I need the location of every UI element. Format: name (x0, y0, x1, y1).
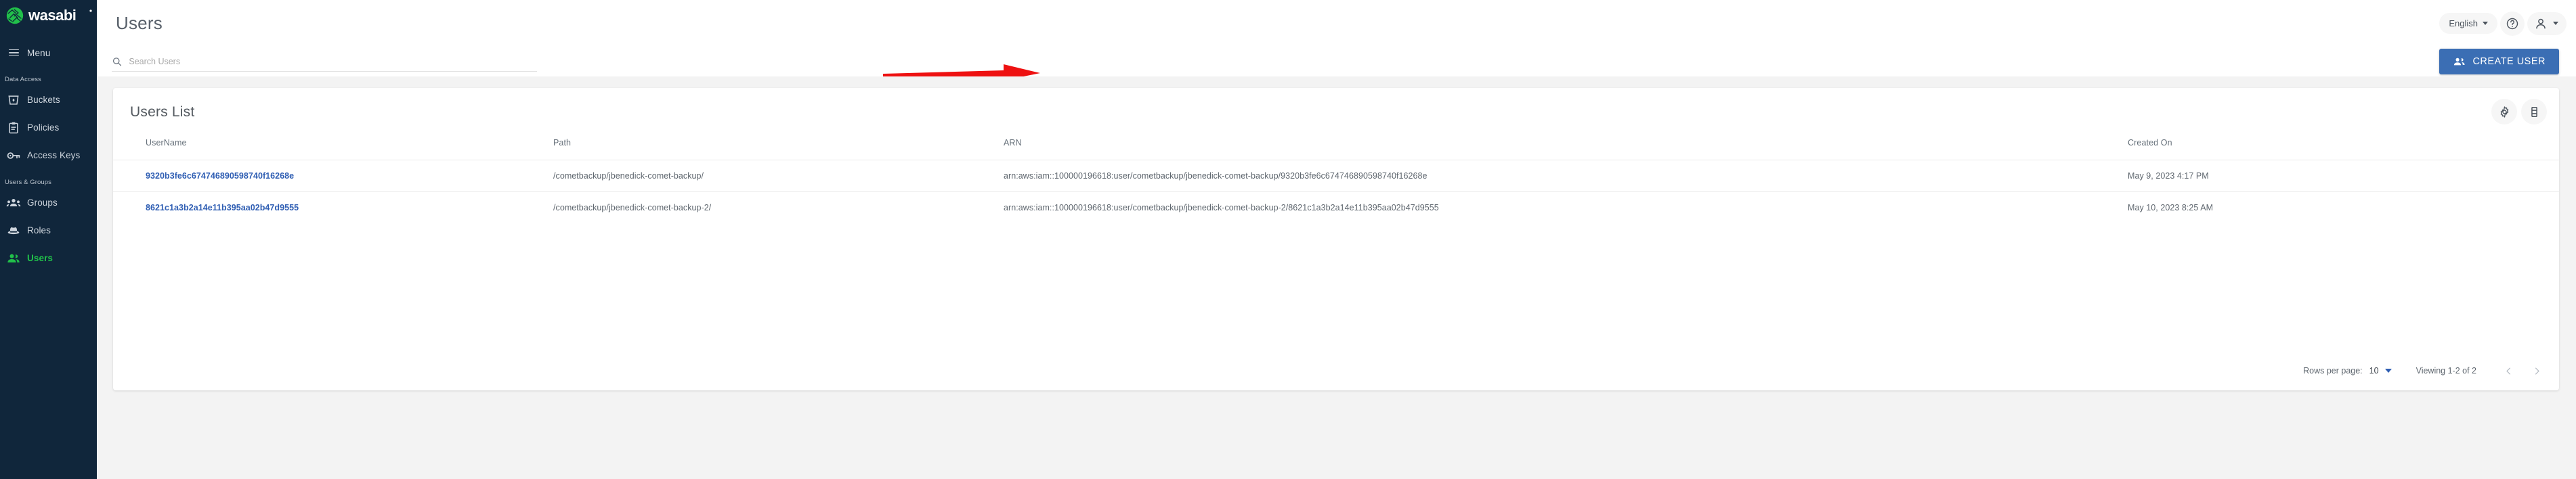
column-view-icon (2531, 106, 2537, 117)
chevron-right-icon (2535, 367, 2539, 374)
sidebar-item-label: Users (27, 253, 53, 263)
sidebar: wasabi Menu Data Access Buckets Policies… (0, 0, 97, 479)
sidebar-item-roles[interactable]: Roles (0, 216, 97, 244)
cell-created-on: May 9, 2023 4:17 PM (2128, 160, 2559, 192)
card-title: Users List (130, 104, 195, 120)
settings-button[interactable] (2491, 99, 2517, 124)
rows-per-page-select[interactable]: 10 (2369, 366, 2392, 375)
next-page-button[interactable] (2528, 362, 2546, 380)
cell-username: 8621c1a3b2a14e11b395aa02b47d9555 (113, 191, 553, 223)
table-footer: Rows per page: 10 Viewing 1-2 of 2 (113, 351, 2559, 390)
wasabi-wordmark: wasabi (28, 7, 92, 24)
person-icon (2536, 18, 2546, 28)
column-header-arn[interactable]: ARN (1004, 137, 2128, 160)
sidebar-item-label: Policies (27, 122, 60, 133)
card-header-actions (2491, 99, 2547, 124)
table-row[interactable]: 8621c1a3b2a14e11b395aa02b47d9555 /cometb… (113, 191, 2559, 223)
sidebar-item-label: Groups (27, 198, 58, 208)
menu-label: Menu (27, 47, 51, 58)
users-list-card: Users List UserName Path ARN Created On … (113, 88, 2559, 390)
sidebar-item-policies[interactable]: Policies (0, 114, 97, 141)
pagination-controls (2499, 362, 2546, 380)
top-bar-actions: English (2439, 0, 2567, 47)
sidebar-item-label: Access Keys (27, 150, 81, 160)
search-icon (112, 57, 122, 66)
content-area: Users List UserName Path ARN Created On … (97, 76, 2576, 479)
user-link[interactable]: 8621c1a3b2a14e11b395aa02b47d9555 (146, 203, 299, 212)
language-selector[interactable]: English (2439, 13, 2497, 34)
clipboard-icon (3, 121, 24, 135)
user-link[interactable]: 9320b3fe6c674746890598740f16268e (146, 171, 294, 181)
chevron-left-icon (2506, 367, 2510, 374)
column-view-button[interactable] (2521, 99, 2547, 124)
sidebar-item-label: Roles (27, 225, 51, 235)
sidebar-item-label: Buckets (27, 95, 60, 105)
chevron-down-icon (2553, 22, 2558, 25)
sidebar-section-data-access: Data Access (5, 76, 41, 83)
sidebar-section-users-groups: Users & Groups (5, 179, 51, 186)
chevron-down-icon (2384, 369, 2392, 373)
bucket-icon (3, 93, 24, 107)
table-header-row: UserName Path ARN Created On (113, 137, 2559, 160)
rows-per-page-value: 10 (2369, 366, 2379, 375)
card-header: Users List (113, 88, 2559, 137)
page-title: Users (116, 13, 163, 33)
column-header-created-on[interactable]: Created On (2128, 137, 2559, 160)
main-area: Users English Search Users CREATE USER U… (97, 0, 2576, 479)
users-table: UserName Path ARN Created On 9320b3fe6c6… (113, 137, 2559, 223)
cell-path: /cometbackup/jbenedick-comet-backup-2/ (553, 191, 1004, 223)
cell-arn: arn:aws:iam::100000196618:user/cometback… (1004, 191, 2128, 223)
wasabi-logo-icon (6, 7, 24, 24)
help-button[interactable] (2500, 11, 2525, 36)
chevron-down-icon (2483, 22, 2488, 25)
hat-icon (3, 224, 24, 237)
sidebar-item-buckets[interactable]: Buckets (0, 86, 97, 114)
create-user-label: CREATE USER (2472, 56, 2546, 67)
sidebar-item-access-keys[interactable]: Access Keys (0, 141, 97, 169)
search-input[interactable] (129, 56, 537, 66)
settings-gear-icon (2500, 106, 2508, 118)
column-header-username[interactable]: UserName (113, 137, 553, 160)
brand-logo[interactable]: wasabi (0, 0, 97, 31)
column-header-path[interactable]: Path (553, 137, 1004, 160)
top-bar: Users English (97, 0, 2576, 47)
account-menu[interactable] (2527, 12, 2567, 35)
table-head: UserName Path ARN Created On (113, 137, 2559, 160)
rows-per-page-label: Rows per page: (2303, 366, 2363, 375)
cell-path: /cometbackup/jbenedick-comet-backup/ (553, 160, 1004, 192)
language-label: English (2449, 18, 2478, 28)
search-bar-row: CREATE USER (97, 47, 2576, 81)
groups-icon (3, 196, 24, 210)
table-body: 9320b3fe6c674746890598740f16268e /cometb… (113, 160, 2559, 223)
key-icon (3, 149, 24, 162)
create-user-button[interactable]: CREATE USER (2439, 49, 2559, 74)
menu-toggle[interactable]: Menu (0, 39, 97, 66)
sidebar-item-groups[interactable]: Groups (0, 189, 97, 216)
sidebar-item-users[interactable]: Users (0, 244, 97, 272)
help-circle-icon (2506, 18, 2518, 29)
users-icon (3, 252, 24, 265)
hamburger-menu-icon (3, 49, 24, 57)
search-field[interactable] (112, 51, 537, 72)
svg-text:wasabi: wasabi (28, 7, 76, 24)
person-add-icon (2454, 58, 2465, 65)
previous-page-button[interactable] (2499, 362, 2517, 380)
cell-created-on: May 10, 2023 8:25 AM (2128, 191, 2559, 223)
cell-username: 9320b3fe6c674746890598740f16268e (113, 160, 553, 192)
app-root: wasabi Menu Data Access Buckets Policies… (0, 0, 2576, 479)
cell-arn: arn:aws:iam::100000196618:user/cometback… (1004, 160, 2128, 192)
table-row[interactable]: 9320b3fe6c674746890598740f16268e /cometb… (113, 160, 2559, 192)
viewing-range: Viewing 1-2 of 2 (2416, 366, 2476, 375)
